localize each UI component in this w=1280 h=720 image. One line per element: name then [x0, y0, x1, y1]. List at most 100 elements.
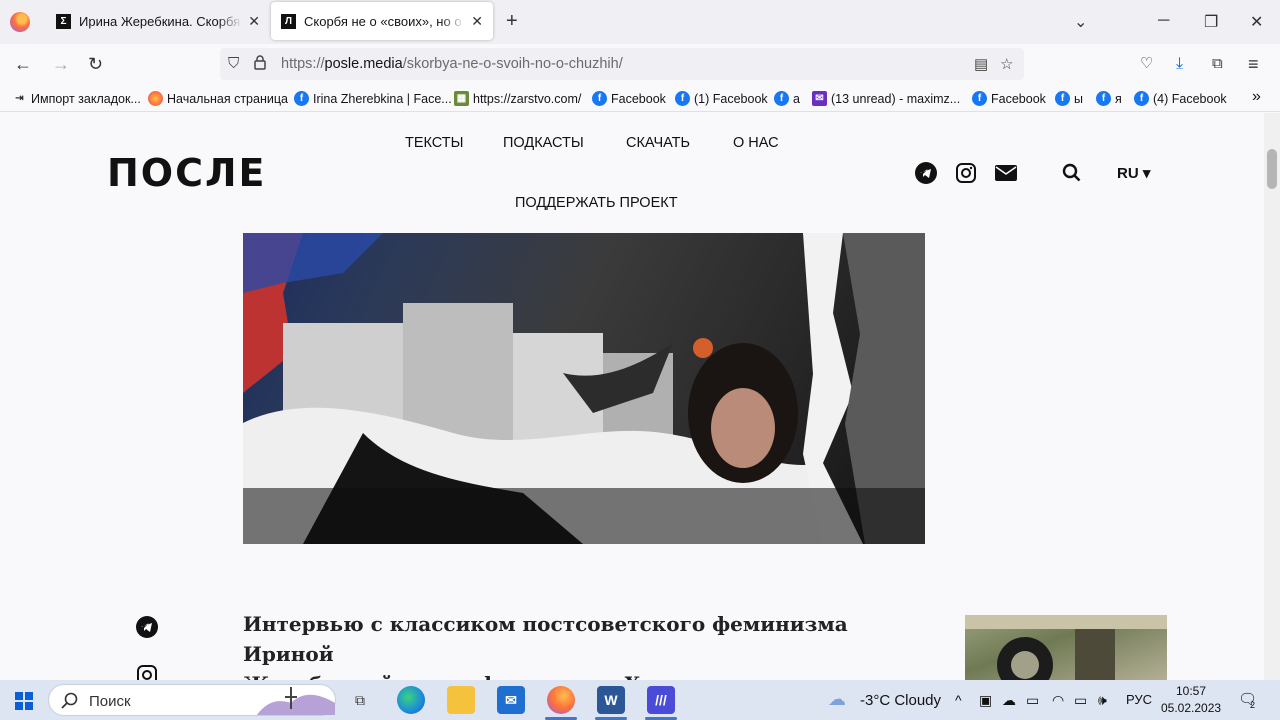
mail-icon: ✉ — [812, 91, 827, 106]
tab-favicon: Л — [281, 13, 296, 29]
tab-strip: Σ Ирина Жеребкина. Скорбя не о «своих» ✕… — [0, 0, 1280, 44]
input-language[interactable]: РУС — [1126, 692, 1152, 707]
bookmark-item[interactable]: Начальная страница — [148, 91, 288, 106]
menu-podcasts[interactable]: ПОДКАСТЫ — [503, 135, 584, 151]
lock-icon[interactable] — [254, 55, 266, 74]
web-page: ПОСЛЕ ТЕКСТЫ ПОДКАСТЫ СКАЧАТЬ О НАС ПОДД… — [0, 113, 1264, 680]
extensions-icon[interactable]: ⧉ — [1212, 54, 1223, 74]
bookmark-item[interactable]: fы — [1055, 91, 1083, 106]
volume-icon[interactable]: 🕪 — [1098, 692, 1107, 709]
menu-about[interactable]: О НАС — [733, 135, 779, 151]
instagram-icon[interactable] — [954, 161, 978, 185]
facebook-icon: f — [592, 91, 607, 106]
restore-icon[interactable]: ❐ — [1204, 12, 1218, 32]
menu-texts[interactable]: ТЕКСТЫ — [405, 135, 464, 151]
tab-title: Скорбя не о «своих», но о «чужих» — [304, 13, 465, 29]
show-hidden-icons-icon[interactable]: ^ — [955, 692, 962, 708]
new-tab-icon[interactable]: + — [506, 11, 518, 31]
url-bar[interactable]: ⛉ https://posle.media/skorbya-ne-o-svoih… — [220, 48, 1024, 80]
facebook-icon: f — [1134, 91, 1149, 106]
bookmark-item[interactable]: fя — [1096, 91, 1122, 106]
tab-favicon: Σ — [56, 13, 71, 29]
bookmark-item[interactable]: fа — [774, 91, 800, 106]
search-icon[interactable] — [1060, 161, 1084, 185]
file-explorer-icon[interactable] — [447, 686, 475, 714]
forward-icon[interactable]: → — [52, 54, 70, 74]
menu-support[interactable]: ПОДДЕРЖАТЬ ПРОЕКТ — [515, 195, 678, 211]
reload-icon[interactable]: ↻ — [88, 54, 103, 74]
clock-time[interactable]: 10:57 — [1176, 684, 1206, 698]
display-icon[interactable]: ▭ — [1026, 692, 1039, 709]
firefox-icon — [148, 91, 163, 106]
close-icon[interactable]: ✕ — [471, 13, 483, 30]
close-icon[interactable]: ✕ — [248, 13, 260, 30]
bookmark-item[interactable]: ▦ https://zarstvo.com/ — [454, 91, 581, 106]
scrollbar-thumb[interactable] — [1267, 149, 1277, 189]
taskbar-search-box[interactable]: Поиск — [48, 684, 336, 716]
caret-down-icon: ▾ — [1142, 165, 1151, 182]
page-scrollbar[interactable] — [1264, 113, 1280, 680]
battery-icon[interactable]: ▭ — [1074, 692, 1087, 709]
more-bookmarks-icon[interactable]: » — [1252, 88, 1261, 106]
facebook-icon: f — [294, 91, 309, 106]
mail-icon[interactable]: ✉ — [497, 686, 525, 714]
facebook-icon: f — [1096, 91, 1111, 106]
bookmark-item[interactable]: ⇥ Импорт закладок... — [12, 91, 141, 106]
firefox-icon[interactable] — [10, 12, 30, 32]
site-icon: ▦ — [454, 91, 469, 106]
bookmark-item[interactable]: ✉ (13 unread) - maximz... — [812, 91, 960, 106]
related-article-thumbnail[interactable] — [965, 615, 1167, 680]
bookmark-item[interactable]: f (4) Facebook — [1134, 91, 1227, 106]
search-highlight-icon — [257, 687, 335, 715]
pocket-icon[interactable]: ♡ — [1140, 54, 1153, 74]
url-text[interactable]: https://posle.media/skorbya-ne-o-svoih-n… — [281, 56, 623, 72]
tab-zherebkina[interactable]: Σ Ирина Жеребкина. Скорбя не о «своих» ✕ — [46, 2, 270, 40]
instagram-share-icon[interactable] — [135, 663, 159, 680]
clock-date[interactable]: 05.02.2023 — [1161, 701, 1221, 715]
facebook-icon: f — [675, 91, 690, 106]
facebook-icon: f — [774, 91, 789, 106]
edge-icon[interactable] — [397, 686, 425, 714]
shield-icon[interactable]: ⛉ — [228, 55, 239, 72]
windows-start-icon[interactable] — [15, 692, 33, 710]
bookmark-item[interactable]: f Irina Zherebkina | Face... — [294, 91, 452, 106]
bookmark-item[interactable]: f Facebook — [972, 91, 1046, 106]
word-icon[interactable]: W — [597, 686, 625, 714]
wifi-icon[interactable]: ◠ — [1052, 692, 1064, 709]
back-icon[interactable]: ← — [14, 54, 32, 74]
facebook-icon: f — [1055, 91, 1070, 106]
list-all-tabs-icon[interactable]: ⌄ — [1074, 12, 1087, 32]
article-title: Интервью с классиком постсоветского феми… — [243, 612, 848, 680]
bookmark-item[interactable]: f (1) Facebook — [675, 91, 768, 106]
minimize-icon[interactable]: ─ — [1158, 12, 1169, 30]
reader-view-icon[interactable]: ▤ — [974, 55, 988, 73]
search-icon — [61, 692, 78, 709]
navigation-toolbar: ← → ↻ ⛉ https://posle.media/skorbya-ne-o… — [0, 44, 1280, 86]
window-close-icon[interactable]: ✕ — [1250, 12, 1263, 32]
site-logo[interactable]: ПОСЛЕ — [107, 153, 267, 193]
firefox-icon[interactable] — [547, 686, 575, 714]
menu-icon[interactable]: ≡ — [1248, 54, 1259, 74]
tab-skorbya[interactable]: Л Скорбя не о «своих», но о «чужих» ✕ — [271, 2, 493, 40]
menu-download[interactable]: СКАЧАТЬ — [626, 135, 690, 151]
language-selector[interactable]: RU ▾ — [1117, 164, 1150, 182]
weather-text[interactable]: -3°C Cloudy — [860, 692, 941, 709]
notification-count: 2 — [1250, 700, 1256, 710]
telegram-share-icon[interactable] — [135, 615, 159, 639]
download-icon[interactable]: ⤓ — [1176, 54, 1183, 74]
bookmark-star-icon[interactable]: ☆ — [1000, 55, 1013, 73]
bookmarks-toolbar: ⇥ Импорт закладок... Начальная страница f… — [0, 86, 1280, 112]
windows-taskbar: Поиск ⧉ ✉ W /// ☁ -3°C Cloudy ^ ▣ ☁ ▭ ◠ … — [0, 680, 1280, 720]
bookmark-item[interactable]: f Facebook — [592, 91, 666, 106]
task-view-icon[interactable]: ⧉ — [346, 686, 374, 714]
meet-now-icon[interactable]: ▣ — [979, 692, 992, 709]
import-icon: ⇥ — [15, 93, 24, 104]
facebook-icon: f — [972, 91, 987, 106]
email-icon[interactable] — [994, 161, 1018, 185]
onedrive-icon[interactable]: ☁ — [1002, 692, 1016, 709]
telegram-icon[interactable] — [914, 161, 938, 185]
cloud-icon[interactable]: ☁ — [828, 689, 846, 710]
app-icon[interactable]: /// — [647, 686, 675, 714]
hero-image — [243, 233, 925, 544]
tab-title: Ирина Жеребкина. Скорбя не о «своих» — [79, 13, 242, 29]
